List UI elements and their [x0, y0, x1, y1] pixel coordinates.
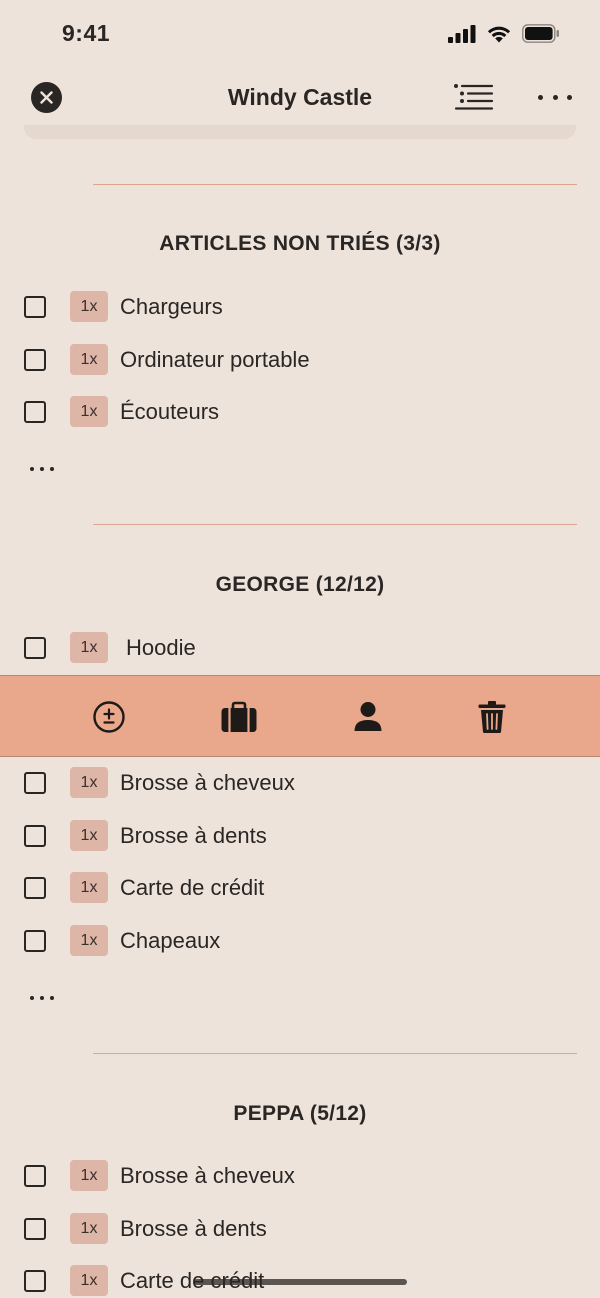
ellipsis-dot — [30, 467, 34, 471]
item-label: Hoodie — [126, 635, 196, 660]
quantity-badge[interactable]: 1x — [70, 1160, 108, 1191]
list-item[interactable]: 1x Hoodie — [0, 628, 600, 668]
ellipsis-dot — [50, 467, 54, 471]
quantity-badge[interactable]: 1x — [70, 767, 108, 798]
item-label: Chapeaux — [120, 928, 221, 953]
quantity-badge[interactable]: 1x — [70, 872, 108, 903]
item-label: Carte de crédit — [120, 875, 265, 900]
show-more-button[interactable] — [30, 466, 54, 472]
person-icon — [354, 702, 382, 731]
list-item[interactable]: 1x Chapeaux — [0, 921, 600, 961]
item-checkbox[interactable] — [24, 772, 46, 794]
item-label: Ordinateur portable — [120, 347, 310, 372]
item-checkbox[interactable] — [24, 637, 46, 659]
item-label: Écouteurs — [120, 399, 220, 424]
home-indicator[interactable] — [194, 1279, 407, 1285]
battery-icon — [522, 24, 559, 43]
item-action-bar — [0, 675, 600, 757]
section-title-unsorted: ARTICLES NON TRIÉS (3/3) — [159, 232, 441, 255]
quantity-badge[interactable]: 1x — [70, 820, 108, 851]
item-checkbox[interactable] — [24, 1165, 46, 1187]
item-label: Brosse à cheveux — [120, 1163, 295, 1188]
item-checkbox[interactable] — [24, 1218, 46, 1240]
list-item[interactable]: 1x Écouteurs — [0, 392, 600, 432]
item-label: Chargeurs — [120, 294, 223, 319]
section-divider — [93, 184, 577, 185]
packing-list-screen: 9:41 Windy Castle ARTICLES NON TRIÉS (3/… — [0, 0, 600, 1298]
move-to-bag-button[interactable] — [219, 697, 259, 737]
status-bar: 9:41 — [0, 0, 600, 64]
list-item[interactable]: 1x Brosse à cheveux — [0, 763, 600, 803]
cellular-signal-icon — [448, 24, 476, 43]
quantity-badge[interactable]: 1x — [70, 344, 108, 375]
nav-bar: Windy Castle — [0, 64, 600, 130]
more-options-button[interactable] — [538, 86, 572, 108]
page-title: Windy Castle — [227, 84, 373, 110]
item-label: Brosse à dents — [120, 1216, 267, 1241]
quantity-badge[interactable]: 1x — [70, 1265, 108, 1296]
ellipsis-dot — [40, 996, 44, 1000]
item-checkbox[interactable] — [24, 877, 46, 899]
quantity-badge[interactable]: 1x — [70, 925, 108, 956]
list-icon — [454, 84, 494, 110]
ellipsis-dot — [40, 467, 44, 471]
item-checkbox[interactable] — [24, 401, 46, 423]
more-dot — [567, 94, 572, 100]
list-item[interactable]: 1x Carte de crédit — [0, 868, 600, 908]
quantity-badge[interactable]: 1x — [70, 291, 108, 322]
quantity-badge[interactable]: 1x — [70, 396, 108, 427]
suitcase-icon — [221, 701, 257, 732]
show-more-button[interactable] — [30, 995, 54, 1001]
list-item[interactable]: 1x Brosse à dents — [0, 1209, 600, 1249]
list-item[interactable]: 1x Ordinateur portable — [0, 340, 600, 380]
more-dot — [538, 94, 543, 100]
search-bar-edge — [24, 125, 576, 139]
quantity-badge[interactable]: 1x — [70, 1213, 108, 1244]
item-checkbox[interactable] — [24, 296, 46, 318]
more-dot — [552, 94, 558, 100]
trash-icon — [478, 701, 506, 733]
section-divider — [93, 524, 577, 525]
status-time: 9:41 — [62, 20, 111, 46]
section-title-peppa: PEPPA (5/12) — [233, 1102, 367, 1125]
ellipsis-dot — [30, 996, 34, 1000]
item-checkbox[interactable] — [24, 825, 46, 847]
section-divider — [93, 1053, 577, 1054]
adjust-quantity-button[interactable] — [89, 697, 129, 737]
section-title-george: GEORGE (12/12) — [215, 573, 385, 596]
list-item[interactable]: 1x Brosse à dents — [0, 816, 600, 856]
list-view-button[interactable] — [452, 82, 494, 112]
item-checkbox[interactable] — [24, 930, 46, 952]
delete-item-button[interactable] — [472, 697, 512, 737]
list-item[interactable]: 1x Chargeurs — [0, 287, 600, 327]
assign-person-button[interactable] — [348, 697, 388, 737]
status-icons — [448, 24, 560, 43]
wifi-icon — [487, 26, 511, 43]
item-label: Brosse à dents — [120, 823, 267, 848]
quantity-badge[interactable]: 1x — [70, 632, 108, 663]
item-checkbox[interactable] — [24, 349, 46, 371]
list-item[interactable]: 1x Brosse à cheveux — [0, 1156, 600, 1196]
plus-minus-icon — [93, 701, 125, 733]
ellipsis-dot — [50, 996, 54, 1000]
item-label: Brosse à cheveux — [120, 770, 295, 795]
item-checkbox[interactable] — [24, 1270, 46, 1292]
